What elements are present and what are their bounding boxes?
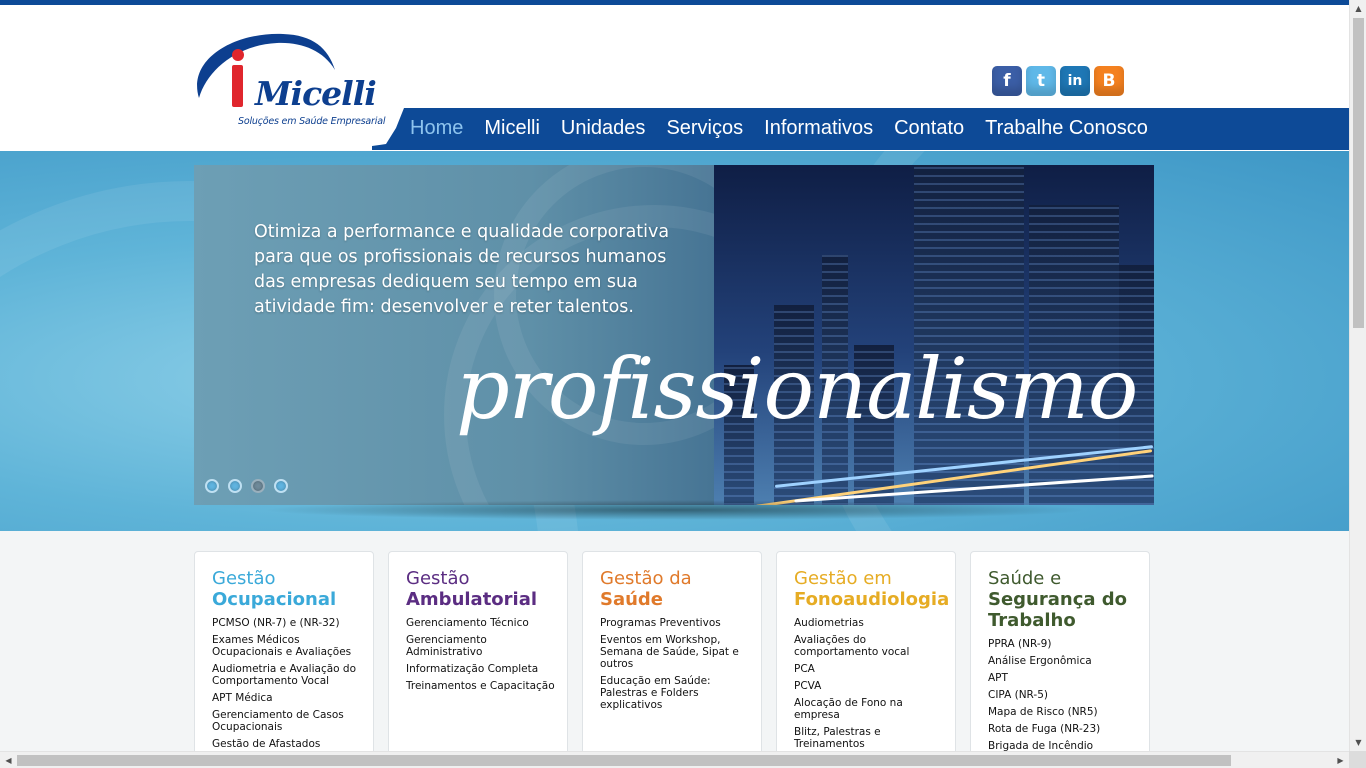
card-title-line2: Ocupacional <box>212 589 337 610</box>
card-list-item[interactable]: APT Médica <box>212 692 361 704</box>
nav-item-trabalhe-conosco[interactable]: Trabalhe Conosco <box>985 117 1148 140</box>
card-list-item[interactable]: Gerenciamento de Casos Ocupacionais <box>212 709 361 733</box>
slider-dot[interactable] <box>205 479 219 493</box>
linkedin-icon[interactable]: in <box>1060 66 1090 96</box>
card-list-item[interactable]: Gestão de Afastados <box>212 738 361 750</box>
card-list-item[interactable]: Educação em Saúde: Palestras e Folders e… <box>600 675 749 711</box>
card-list-item[interactable]: PCA <box>794 663 943 675</box>
scroll-right-icon[interactable]: ▶ <box>1332 752 1349 768</box>
card-list-item[interactable]: Gerenciamento Administrativo <box>406 634 555 658</box>
card-list-item[interactable]: Informatização Completa <box>406 663 555 675</box>
vertical-scrollbar[interactable]: ▲ ▼ <box>1349 0 1366 768</box>
building-shape <box>914 165 1024 505</box>
nav-item-home[interactable]: Home <box>410 117 463 140</box>
card-list-item[interactable]: Exames Médicos Ocupacionais e Avaliações <box>212 634 361 658</box>
card-title-line1: Gestão <box>212 568 276 589</box>
hero-slider[interactable]: Otimiza a performance e qualidade corpor… <box>194 165 1154 505</box>
card-list-item[interactable]: Blitz, Palestras e Treinamentos <box>794 726 943 750</box>
scroll-up-icon[interactable]: ▲ <box>1350 0 1366 17</box>
social-links: f t in B <box>992 66 1124 96</box>
card-saude-seguranca-trabalho[interactable]: Saúde e Segurança do Trabalho PPRA (NR-9… <box>970 551 1150 761</box>
card-list-item[interactable]: Programas Preventivos <box>600 617 749 629</box>
nav-item-unidades[interactable]: Unidades <box>561 117 646 140</box>
horizontal-scroll-thumb[interactable] <box>17 755 1231 766</box>
card-title-line2: Fonoaudiologia <box>794 589 950 610</box>
card-title-line1: Gestão da <box>600 568 692 589</box>
slider-dot[interactable] <box>228 479 242 493</box>
service-cards: Gestão Ocupacional PCMSO (NR-7) e (NR-32… <box>194 551 1150 761</box>
card-title-line1: Gestão em <box>794 568 892 589</box>
scrollbar-corner <box>1349 751 1366 768</box>
blogger-icon[interactable]: B <box>1094 66 1124 96</box>
card-list-item[interactable]: Eventos em Workshop, Semana de Saúde, Si… <box>600 634 749 670</box>
card-list-item[interactable]: Alocação de Fono na empresa <box>794 697 943 721</box>
card-list-item[interactable]: Avaliações do comportamento vocal <box>794 634 943 658</box>
horizontal-scrollbar[interactable]: ◀ ▶ <box>0 751 1349 768</box>
slider-dots <box>205 479 288 493</box>
card-list-item[interactable]: APT <box>988 672 1137 684</box>
card-list-item[interactable]: Análise Ergonômica <box>988 655 1137 667</box>
slider-dot[interactable] <box>251 479 265 493</box>
vertical-scroll-thumb[interactable] <box>1353 18 1364 328</box>
card-title-line2: Saúde <box>600 589 664 610</box>
city-skyline-image <box>714 165 1154 505</box>
scroll-left-icon[interactable]: ◀ <box>0 752 17 768</box>
hero-drop-shadow <box>260 500 1090 520</box>
card-list-item[interactable]: Treinamentos e Capacitação <box>406 680 555 692</box>
card-title-line1: Saúde e <box>988 568 1062 589</box>
nav-item-micelli[interactable]: Micelli <box>484 117 540 140</box>
hero-script-word: profissionalismo <box>456 340 1138 438</box>
logo-tagline: Soluções em Saúde Empresarial <box>238 116 386 127</box>
micelli-logo[interactable]: Micelli Soluções em Saúde Empresarial <box>193 30 386 130</box>
main-nav: Home Micelli Unidades Serviços Informati… <box>372 108 1349 150</box>
logo-wordmark: Micelli <box>255 74 377 113</box>
card-list-item[interactable]: Rota de Fuga (NR-23) <box>988 723 1137 735</box>
card-gestao-da-saude[interactable]: Gestão da Saúde Programas Preventivos Ev… <box>582 551 762 761</box>
facebook-icon[interactable]: f <box>992 66 1022 96</box>
card-list-item[interactable]: PPRA (NR-9) <box>988 638 1137 650</box>
hero-headline: Otimiza a performance e qualidade corpor… <box>254 222 670 317</box>
scroll-down-icon[interactable]: ▼ <box>1350 734 1366 751</box>
card-list-item[interactable]: PCMSO (NR-7) e (NR-32) <box>212 617 361 629</box>
slider-dot[interactable] <box>274 479 288 493</box>
nav-item-informativos[interactable]: Informativos <box>764 117 873 140</box>
card-list-item[interactable]: Mapa de Risco (NR5) <box>988 706 1137 718</box>
card-list-item[interactable]: Audiometria e Avaliação do Comportamento… <box>212 663 361 687</box>
card-gestao-fonoaudiologia[interactable]: Gestão em Fonoaudiologia Audiometrias Av… <box>776 551 956 761</box>
nav-item-contato[interactable]: Contato <box>894 117 964 140</box>
card-list-item[interactable]: Audiometrias <box>794 617 943 629</box>
card-list-item[interactable]: Gerenciamento Técnico <box>406 617 555 629</box>
nav-item-servicos[interactable]: Serviços <box>666 117 743 140</box>
card-title-line2: Segurança do Trabalho <box>988 589 1128 631</box>
card-gestao-ocupacional[interactable]: Gestão Ocupacional PCMSO (NR-7) e (NR-32… <box>194 551 374 761</box>
card-gestao-ambulatorial[interactable]: Gestão Ambulatorial Gerenciamento Técnic… <box>388 551 568 761</box>
card-title-line2: Ambulatorial <box>406 589 538 610</box>
card-list-item[interactable]: CIPA (NR-5) <box>988 689 1137 701</box>
twitter-icon[interactable]: t <box>1026 66 1056 96</box>
card-title-line1: Gestão <box>406 568 470 589</box>
card-list-item[interactable]: PCVA <box>794 680 943 692</box>
